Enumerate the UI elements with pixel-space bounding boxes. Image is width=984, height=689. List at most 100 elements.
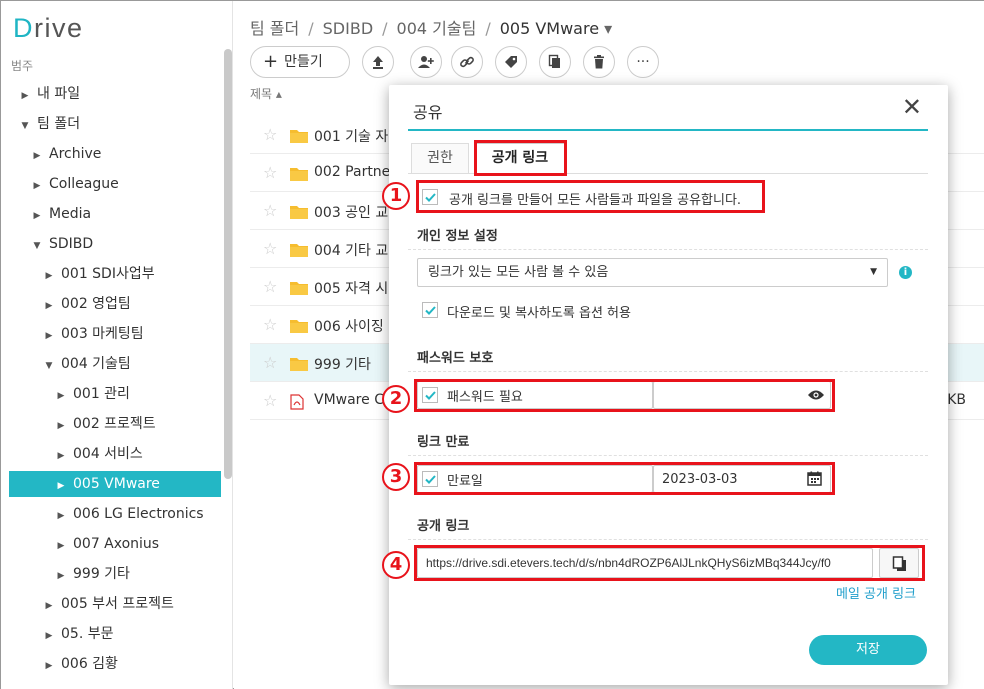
annotation-number-1: 1 [382, 182, 410, 210]
create-button[interactable]: + 만들기 [250, 46, 350, 78]
sidebar-item[interactable]: ▼ SDIBD [9, 231, 221, 257]
tab-public-link[interactable]: 공개 링크 [475, 143, 565, 173]
add-user-button[interactable] [410, 46, 442, 78]
star-icon[interactable]: ☆ [263, 125, 277, 144]
chevron-down-icon[interactable]: ▾ [604, 19, 612, 38]
info-icon[interactable]: i [899, 266, 912, 279]
dialog-title: 공유 [413, 103, 443, 122]
sidebar-item[interactable]: ▶ 05. 부문 [9, 621, 221, 647]
copy-button[interactable] [539, 46, 571, 78]
dialog-title-underline [408, 129, 928, 131]
chevron-down-icon[interactable]: ▼ [31, 233, 43, 259]
star-icon[interactable]: ☆ [263, 239, 277, 258]
link-button[interactable] [451, 46, 483, 78]
chevron-right-icon[interactable]: ▶ [31, 203, 43, 229]
save-button[interactable]: 저장 [809, 635, 927, 665]
sidebar-item-label: 팀 폴더 [37, 116, 81, 132]
delete-button[interactable] [583, 46, 615, 78]
password-required-checkbox[interactable] [422, 387, 438, 403]
more-button[interactable]: ··· [627, 46, 659, 78]
sidebar-item[interactable]: ▶ 내 파일 [9, 81, 221, 107]
folder-icon [290, 282, 308, 295]
chevron-right-icon[interactable]: ▶ [43, 263, 55, 289]
close-icon[interactable]: ✕ [902, 95, 922, 119]
breadcrumb-item[interactable]: 004 기술팀 [397, 19, 477, 38]
drive-logo[interactable]: Drive [13, 13, 84, 44]
breadcrumb-item[interactable]: SDIBD [323, 19, 374, 38]
chevron-right-icon[interactable]: ▶ [19, 83, 31, 109]
chevron-right-icon[interactable]: ▶ [55, 563, 67, 589]
expiry-checkbox[interactable] [422, 471, 438, 487]
chevron-right-icon[interactable]: ▶ [43, 593, 55, 619]
sidebar-item-label: 006 LG Electronics [73, 506, 204, 522]
star-icon[interactable]: ☆ [263, 163, 277, 182]
sidebar-item[interactable]: ▶ 007 Axonius [9, 531, 221, 557]
sidebar-scrollbar[interactable] [224, 49, 232, 479]
sidebar-item[interactable]: ▶ Archive [9, 141, 221, 167]
copy-link-button[interactable] [879, 548, 919, 578]
download-option-label: 다운로드 및 복사하도록 옵션 허용 [447, 306, 631, 321]
sidebar-item[interactable]: ▶ 002 영업팀 [9, 291, 221, 317]
upload-button[interactable] [362, 46, 394, 78]
category-label: 범주 [11, 59, 34, 73]
privacy-select[interactable]: 링크가 있는 모든 사람 볼 수 있음 ▼ [417, 258, 888, 287]
sidebar-item[interactable]: ▶ 004 서비스 [9, 441, 221, 467]
annotation-number-4: 4 [382, 551, 410, 579]
chevron-right-icon[interactable]: ▶ [43, 623, 55, 649]
chevron-right-icon[interactable]: ▶ [55, 443, 67, 469]
breadcrumb-item[interactable]: 팀 폴더 [250, 19, 299, 38]
share-link-checkbox[interactable] [422, 189, 438, 205]
chevron-right-icon[interactable]: ▶ [55, 533, 67, 559]
eye-icon[interactable] [807, 389, 825, 401]
sidebar-item[interactable]: ▶ Colleague [9, 171, 221, 197]
sidebar-item[interactable]: ▶ 999 기타 [9, 561, 221, 587]
sidebar-item[interactable]: ▶ 006 LG Electronics [9, 501, 221, 527]
chevron-right-icon[interactable]: ▶ [55, 413, 67, 439]
chevron-right-icon[interactable]: ▶ [55, 473, 67, 499]
sidebar-item[interactable]: ▶ 001 SDI사업부 [9, 261, 221, 287]
sidebar-item[interactable]: ▼ 팀 폴더 [9, 111, 221, 137]
password-input[interactable] [653, 381, 831, 409]
chevron-right-icon[interactable]: ▶ [43, 653, 55, 679]
sidebar-item[interactable]: ▶ 002 프로젝트 [9, 411, 221, 437]
tabs-divider [408, 173, 928, 174]
chevron-down-icon[interactable]: ▼ [43, 353, 55, 379]
star-icon[interactable]: ☆ [263, 353, 277, 372]
sidebar-item[interactable]: ▶ 001 관리 [9, 381, 221, 407]
sidebar-item[interactable]: ▶ Media [9, 201, 221, 227]
sidebar-item[interactable]: ▼ 004 기술팀 [9, 351, 221, 377]
sidebar-item[interactable]: ▶ 005 부서 프로젝트 [9, 591, 221, 617]
annotation-number-2: 2 [382, 385, 410, 413]
section-divider [408, 249, 928, 250]
file-name: 003 공인 교 [314, 205, 389, 221]
download-option-checkbox[interactable] [422, 302, 438, 318]
calendar-icon[interactable] [807, 471, 822, 486]
chevron-down-icon[interactable]: ▼ [19, 113, 31, 139]
star-icon[interactable]: ☆ [263, 391, 277, 410]
mail-public-link[interactable]: 메일 공개 링크 [836, 583, 916, 602]
tab-permission[interactable]: 권한 [411, 143, 469, 173]
chevron-right-icon[interactable]: ▶ [31, 143, 43, 169]
file-name: 005 자격 시 [314, 281, 389, 297]
tag-button[interactable] [495, 46, 527, 78]
breadcrumb-current[interactable]: 005 VMware [500, 19, 599, 38]
sidebar-item-label: SDIBD [49, 236, 94, 252]
check-icon [425, 391, 436, 400]
link-expiry-title: 링크 만료 [417, 435, 470, 450]
file-size: KB [947, 392, 966, 408]
star-icon[interactable]: ☆ [263, 277, 277, 296]
chevron-right-icon[interactable]: ▶ [55, 383, 67, 409]
chevron-right-icon[interactable]: ▶ [31, 173, 43, 199]
sidebar-item-label: Colleague [49, 176, 119, 192]
sort-by-title-header[interactable]: 제목 ▴ [250, 85, 282, 102]
chevron-right-icon[interactable]: ▶ [43, 293, 55, 319]
sidebar-item[interactable]: ▶ 005 VMware [9, 471, 221, 497]
chevron-right-icon[interactable]: ▶ [43, 323, 55, 349]
sidebar-item[interactable]: ▶ 006 김황 [9, 651, 221, 677]
folder-icon [290, 130, 308, 143]
star-icon[interactable]: ☆ [263, 315, 277, 334]
sidebar-item[interactable]: ▶ 003 마케팅팀 [9, 321, 221, 347]
public-link-input[interactable]: https://drive.sdi.etevers.tech/d/s/nbn4d… [417, 548, 873, 578]
chevron-right-icon[interactable]: ▶ [55, 503, 67, 529]
star-icon[interactable]: ☆ [263, 201, 277, 220]
